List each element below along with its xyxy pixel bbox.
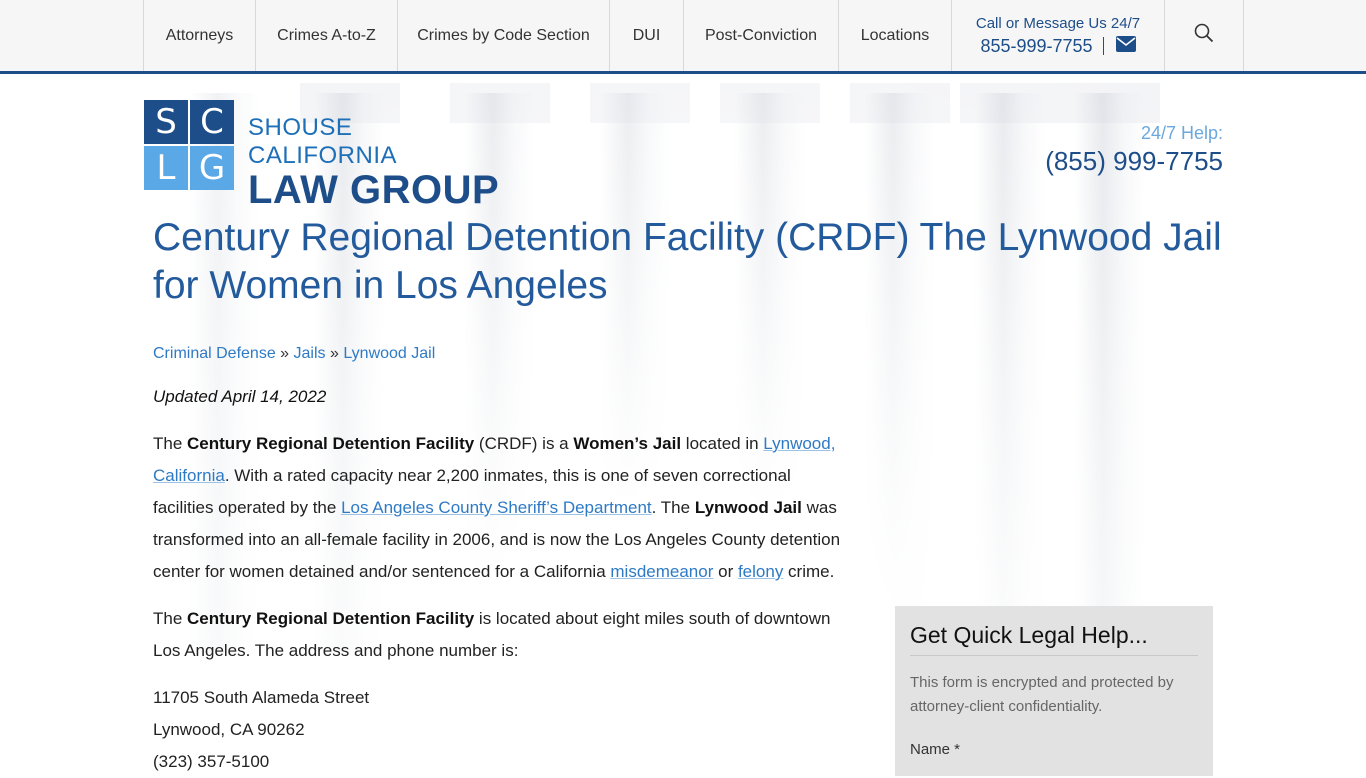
breadcrumb: Criminal Defense » Jails » Lynwood Jail [153, 345, 436, 362]
address-phone: (323) 357-5100 [153, 752, 270, 771]
link-la-county-sheriff[interactable]: Los Angeles County Sheriff’s Department [341, 498, 652, 517]
envelope-icon[interactable] [1115, 35, 1136, 57]
quick-help-form: Get Quick Legal Help... This form is enc… [895, 606, 1213, 776]
site-logo[interactable]: S C L G SHOUSE CALIFORNIA LAW GROUP [144, 100, 504, 210]
updated-date: Updated April 14, 2022 [153, 387, 327, 406]
search-button[interactable] [1164, 0, 1244, 71]
breadcrumb-criminal-defense[interactable]: Criminal Defense [153, 345, 276, 362]
contact-phone[interactable]: 855-999-7755 [980, 36, 1092, 57]
help-phone[interactable]: (855) 999-7755 [1045, 146, 1223, 177]
intro-paragraph: The Century Regional Detention Facility … [153, 434, 841, 581]
facility-address: 11705 South Alameda Street Lynwood, CA 9… [153, 682, 369, 778]
location-paragraph: The Century Regional Detention Facility … [153, 609, 831, 660]
logo-bottom-text: LAW GROUP [248, 168, 500, 212]
form-name-label: Name * [910, 741, 961, 758]
logo-mark: S C L G [144, 100, 234, 190]
top-navigation: Attorneys Crimes A-to-Z Crimes by Code S… [0, 0, 1366, 74]
search-icon [1194, 23, 1214, 48]
nav-attorneys[interactable]: Attorneys [143, 0, 255, 71]
nav-post-conviction[interactable]: Post-Conviction [683, 0, 838, 71]
link-felony[interactable]: felony [738, 562, 783, 581]
nav-locations[interactable]: Locations [838, 0, 951, 71]
nav-contact[interactable]: Call or Message Us 24/7 855-999-7755 [951, 0, 1164, 71]
header-help: 24/7 Help: (855) 999-7755 [1045, 123, 1223, 177]
form-title: Get Quick Legal Help... [910, 622, 1148, 648]
nav-dui[interactable]: DUI [609, 0, 683, 71]
page-title: Century Regional Detention Facility (CRD… [153, 216, 1222, 307]
breadcrumb-jails[interactable]: Jails [294, 345, 326, 362]
breadcrumb-lynwood-jail[interactable]: Lynwood Jail [343, 345, 435, 362]
link-misdemeanor[interactable]: misdemeanor [610, 562, 713, 581]
nav-crimes-a-to-z[interactable]: Crimes A-to-Z [255, 0, 397, 71]
logo-top-text: SHOUSE CALIFORNIA [248, 114, 398, 169]
form-description: This form is encrypted and protected by … [910, 674, 1174, 715]
help-label: 24/7 Help: [1140, 123, 1223, 143]
nav-crimes-by-code-section[interactable]: Crimes by Code Section [397, 0, 609, 71]
contact-label: Call or Message Us 24/7 [975, 14, 1141, 32]
address-street: 11705 South Alameda Street [153, 688, 370, 707]
address-city: Lynwood, CA 90262 [153, 720, 305, 739]
